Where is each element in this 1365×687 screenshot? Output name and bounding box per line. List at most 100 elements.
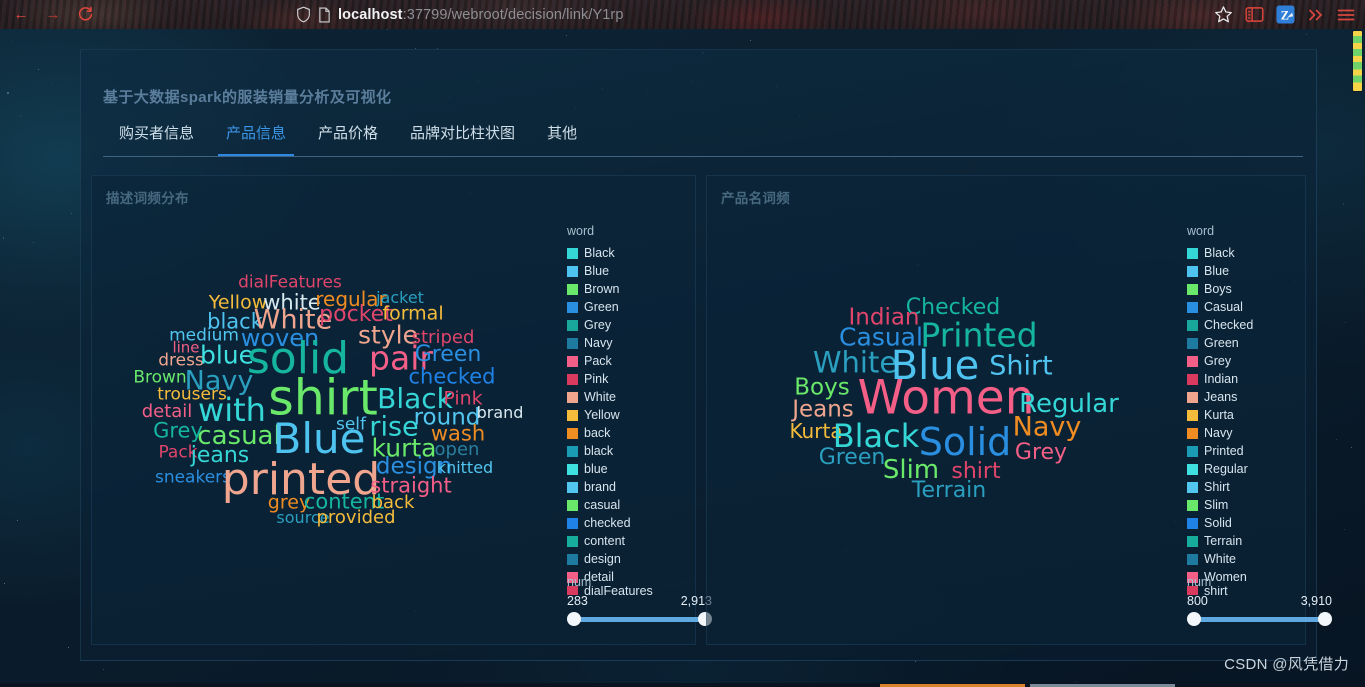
legend-item[interactable]: Navy	[567, 334, 653, 352]
legend-label: Blue	[1204, 264, 1230, 278]
url-text[interactable]: localhost:37799/webroot/decision/link/Y1…	[338, 7, 624, 23]
hamburger-menu-icon[interactable]	[1337, 8, 1355, 22]
cloud-word[interactable]: Grey	[153, 420, 203, 442]
legend-item[interactable]: Yellow	[567, 406, 653, 424]
slider-right-track[interactable]	[1187, 612, 1332, 626]
legend-item[interactable]: Boys	[1187, 280, 1253, 298]
legend-item[interactable]: checked	[567, 514, 653, 532]
reload-icon[interactable]	[70, 2, 100, 28]
legend-item[interactable]: black	[567, 442, 653, 460]
legend-swatch	[1187, 463, 1198, 475]
star-bookmark-icon[interactable]	[1214, 5, 1233, 24]
legend-label: Green	[584, 300, 619, 314]
slider-right-fill	[1193, 617, 1326, 622]
legend-label: Slim	[1204, 498, 1229, 512]
legend-item[interactable]: Pink	[567, 370, 653, 388]
legend-swatch	[567, 265, 578, 277]
legend-item[interactable]: Brown	[567, 280, 653, 298]
legend-item[interactable]: Slim	[1187, 496, 1253, 514]
cloud-word[interactable]: Navy	[1013, 414, 1082, 441]
legend-swatch	[1187, 481, 1198, 493]
legend-item[interactable]: Green	[1187, 334, 1253, 352]
tab-4[interactable]: 其他	[531, 118, 593, 155]
legend-label: Black	[1204, 246, 1235, 260]
legend-item[interactable]: Grey	[1187, 352, 1253, 370]
legend-item[interactable]: Shirt	[1187, 478, 1253, 496]
legend-label: black	[584, 444, 614, 458]
legend-item[interactable]: Pack	[567, 352, 653, 370]
legend-item[interactable]: back	[567, 424, 653, 442]
legend-item[interactable]: design	[567, 550, 653, 568]
legend-item[interactable]: Blue	[567, 262, 653, 280]
tab-3[interactable]: 品牌对比柱状图	[394, 118, 531, 155]
legend-label: casual	[584, 498, 621, 512]
tab-2[interactable]: 产品价格	[302, 118, 394, 155]
legend-item[interactable]: Printed	[1187, 442, 1253, 460]
legend-label: Kurta	[1204, 408, 1234, 422]
legend-item[interactable]: Casual	[1187, 298, 1253, 316]
slider-right-handle-min[interactable]	[1187, 612, 1201, 626]
legend-label: Regular	[1204, 462, 1248, 476]
tab-0[interactable]: 购买者信息	[103, 118, 210, 155]
tab-1[interactable]: 产品信息	[210, 118, 302, 156]
cloud-word[interactable]: Terrain	[912, 480, 986, 502]
extension-color-strip[interactable]	[1352, 30, 1363, 92]
dashboard-card: 基于大数据spark的服装销量分析及可视化 购买者信息 产品信息 产品价格 品牌对比柱…	[80, 49, 1332, 661]
legend-item[interactable]: Solid	[1187, 514, 1253, 532]
legend-item[interactable]: Green	[567, 298, 653, 316]
slider-left[interactable]: num 283 2,913	[567, 575, 712, 626]
cloud-word[interactable]: self	[336, 416, 366, 434]
cloud-word[interactable]: Green	[819, 447, 886, 469]
legend-swatch	[567, 283, 578, 295]
legend-left-header: word	[567, 224, 595, 238]
page-info-icon[interactable]	[318, 6, 331, 23]
slider-left-track[interactable]	[567, 612, 712, 626]
extension-icon[interactable]: Z	[1276, 5, 1295, 24]
cloud-word[interactable]: brand	[477, 405, 524, 421]
legend-item[interactable]: Indian	[1187, 370, 1253, 388]
legend-item[interactable]: Checked	[1187, 316, 1253, 334]
tracking-shield-icon[interactable]	[296, 6, 311, 23]
legend-item[interactable]: Jeans	[1187, 388, 1253, 406]
legend-item[interactable]: casual	[567, 496, 653, 514]
sidebar-panel-icon[interactable]	[1245, 6, 1264, 23]
legend-item[interactable]: Terrain	[1187, 532, 1253, 550]
legend-item[interactable]: Black	[567, 244, 653, 262]
legend-item[interactable]: White	[567, 388, 653, 406]
toolbar-right-buttons: Z	[1214, 0, 1355, 29]
legend-item[interactable]: content	[567, 532, 653, 550]
legend-item[interactable]: Black	[1187, 244, 1253, 262]
legend-label: content	[584, 534, 626, 548]
slider-right-handle-max[interactable]	[1318, 612, 1332, 626]
legend-item[interactable]: brand	[567, 478, 653, 496]
right-panel-title: 产品名词频	[721, 191, 790, 206]
svg-text:Z: Z	[1281, 8, 1289, 22]
slider-right[interactable]: num 800 3,910	[1187, 575, 1332, 626]
legend-item[interactable]: Kurta	[1187, 406, 1253, 424]
forward-arrow-icon[interactable]: →	[38, 2, 68, 28]
legend-item[interactable]: Blue	[1187, 262, 1253, 280]
cloud-word[interactable]: provided	[316, 509, 395, 527]
address-bar[interactable]: localhost:37799/webroot/decision/link/Y1…	[296, 6, 624, 23]
legend-swatch	[1187, 373, 1198, 385]
cloud-word[interactable]: Grey	[1015, 442, 1067, 464]
slider-left-handle-min[interactable]	[567, 612, 581, 626]
legend-item[interactable]: Navy	[1187, 424, 1253, 442]
legend-item[interactable]: Grey	[567, 316, 653, 334]
page-title: 基于大数据spark的服装销量分析及可视化	[103, 89, 392, 106]
legend-label: design	[584, 552, 621, 566]
legend-label: Navy	[584, 336, 613, 350]
legend-label: Checked	[1204, 318, 1254, 332]
chevron-double-right-icon[interactable]	[1307, 7, 1325, 23]
legend-swatch	[567, 445, 578, 457]
legend-item[interactable]: Regular	[1187, 460, 1253, 478]
legend-label: Shirt	[1204, 480, 1230, 494]
legend-swatch	[1187, 355, 1198, 367]
legend-item[interactable]: blue	[567, 460, 653, 478]
legend-swatch	[567, 553, 578, 565]
cloud-word[interactable]: Women	[858, 375, 1035, 422]
cloud-word[interactable]: sneakers	[155, 469, 231, 487]
legend-item[interactable]: White	[1187, 550, 1253, 568]
cloud-word[interactable]: Green	[415, 344, 482, 366]
back-arrow-icon[interactable]: ←	[6, 2, 36, 28]
